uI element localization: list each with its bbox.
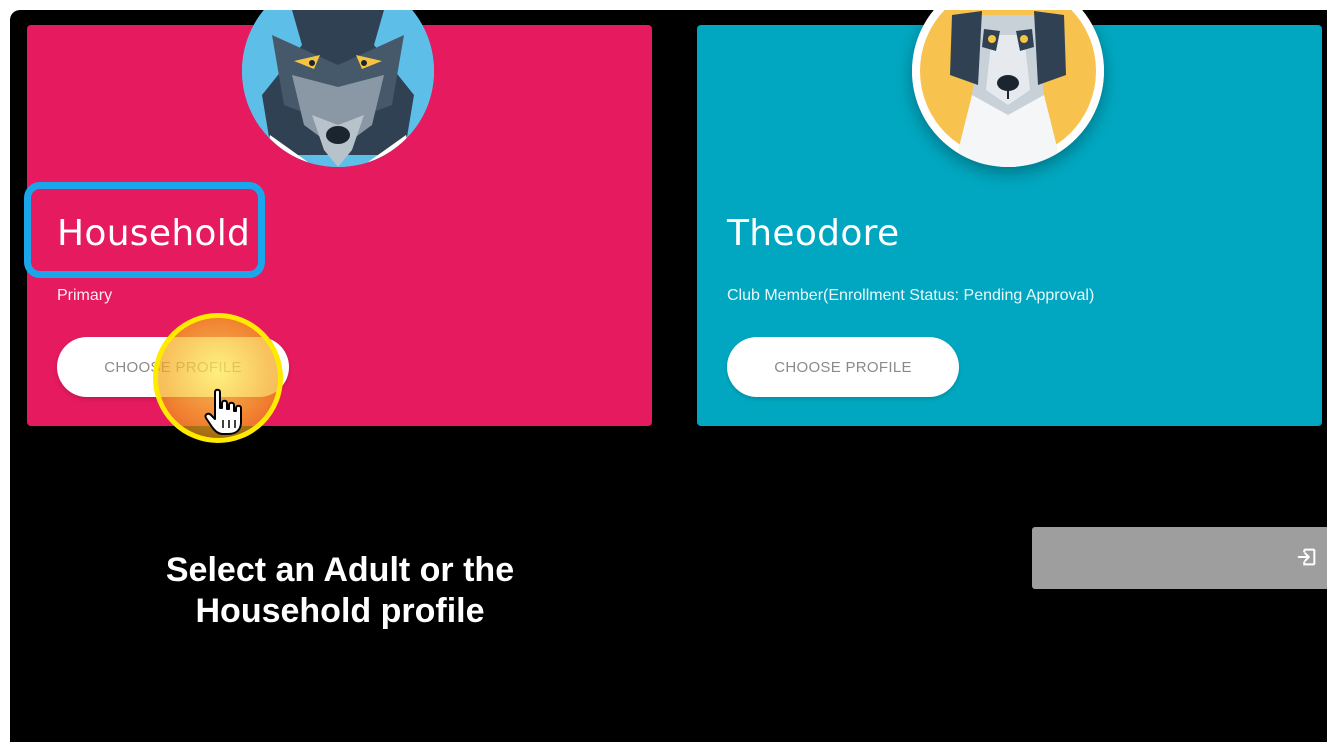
dog-avatar-icon bbox=[912, 10, 1104, 167]
profile-role: Primary bbox=[57, 287, 113, 304]
profile-name: Theodore bbox=[727, 213, 900, 254]
wolf-avatar-icon bbox=[242, 10, 434, 167]
choose-profile-button[interactable]: CHOOSE PROFILE bbox=[727, 337, 959, 397]
instruction-caption: Select an Adult or the Household profile bbox=[165, 551, 515, 630]
logout-button[interactable] bbox=[1032, 527, 1327, 589]
profile-role: Club Member(Enrollment Status: Pending A… bbox=[727, 287, 1095, 304]
profile-selection-screen: Household Primary CHOOSE PROFILE Theodor… bbox=[10, 10, 1327, 742]
profile-card-household[interactable]: Household Primary CHOOSE PROFILE bbox=[27, 10, 652, 426]
profile-card-theodore[interactable]: Theodore Club Member(Enrollment Status: … bbox=[697, 10, 1322, 426]
logout-icon bbox=[1297, 548, 1316, 566]
profile-name: Household bbox=[57, 213, 251, 254]
choose-profile-button[interactable]: CHOOSE PROFILE bbox=[57, 337, 289, 397]
